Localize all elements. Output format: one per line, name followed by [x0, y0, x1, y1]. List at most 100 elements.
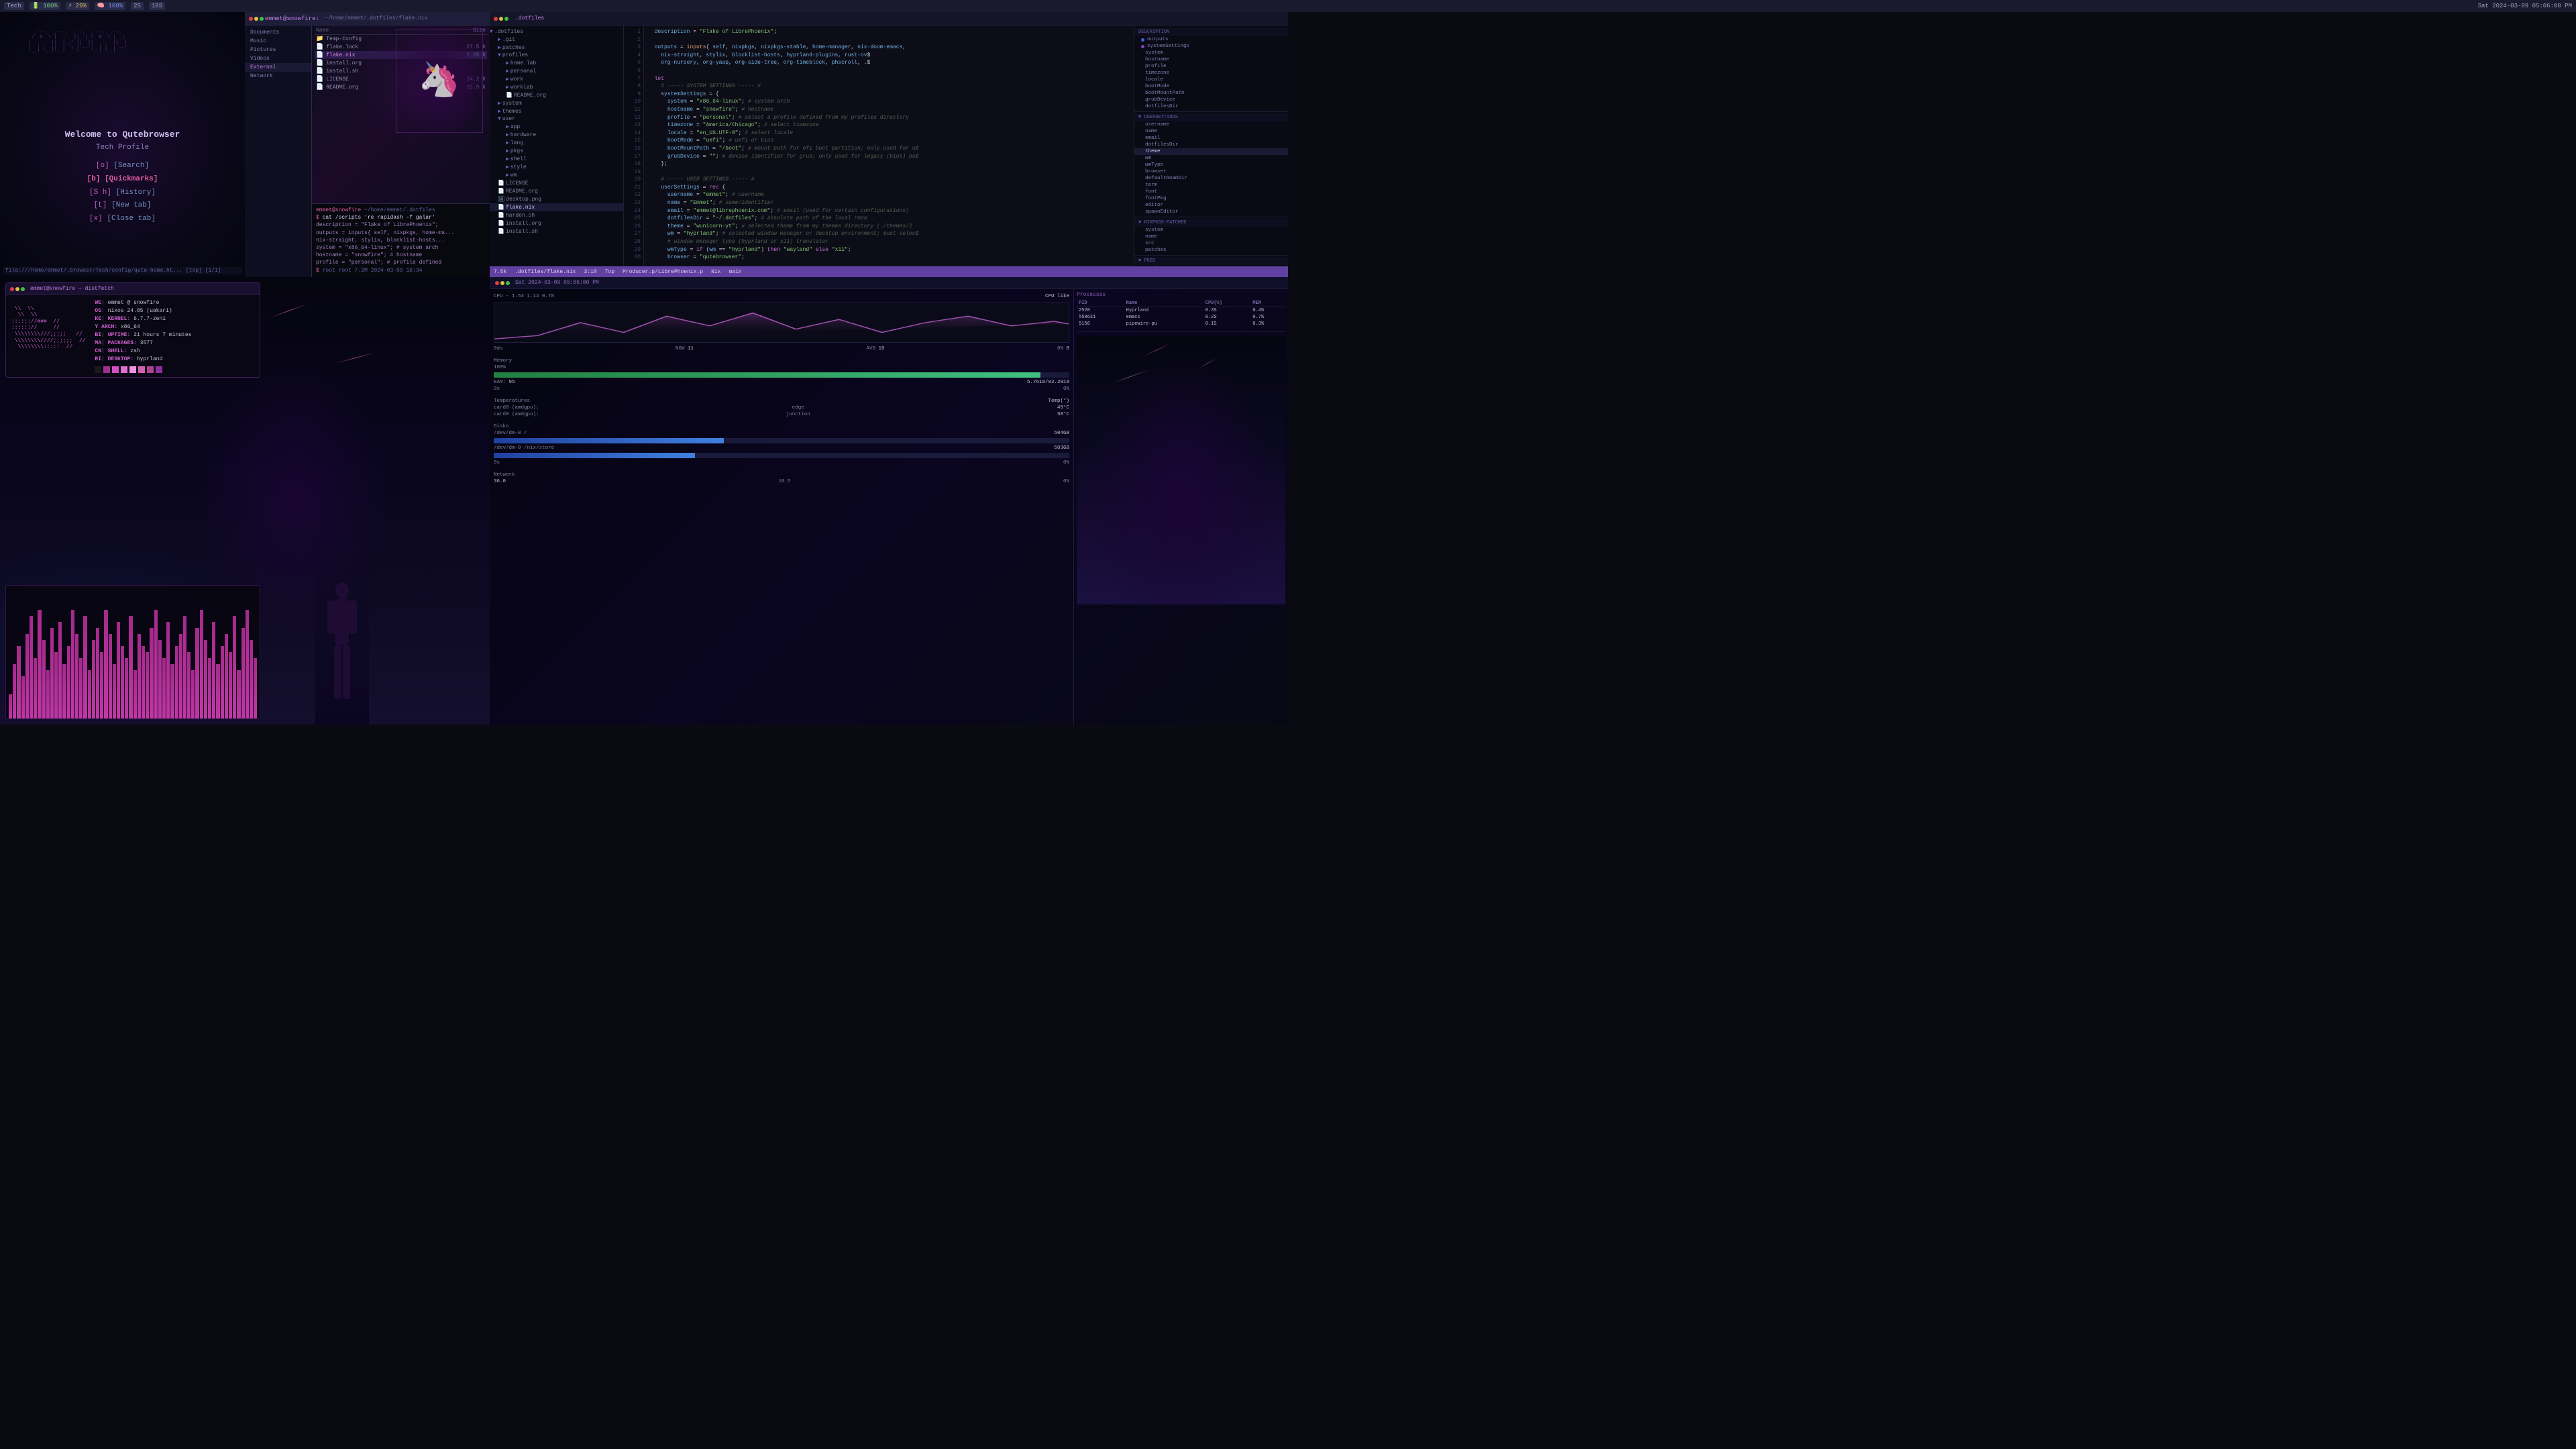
tree-license[interactable]: 📄 LICENSE	[490, 179, 623, 187]
erp-np-system[interactable]: system	[1134, 227, 1288, 233]
erp-locale[interactable]: locale	[1134, 76, 1288, 83]
editor-code[interactable]: description = "Flake of LibrePhoenix"; o…	[644, 25, 1134, 266]
tree-lang[interactable]: ▶ lang	[490, 139, 623, 147]
erp-term[interactable]: term	[1134, 182, 1288, 189]
qb-link-bookmarks[interactable]: [b] [Quickmarks]	[65, 173, 180, 186]
tree-home-lab[interactable]: ▶ home.lab	[490, 59, 623, 67]
editor-line-numbers: 1234567891011121314151617181920212223242…	[624, 25, 644, 266]
win-min[interactable]	[254, 17, 258, 21]
neo-arch-value: x86_64	[121, 324, 140, 330]
tree-install-sh[interactable]: 📄 install.sh	[490, 227, 623, 235]
tree-shell[interactable]: ▶ shell	[490, 155, 623, 163]
erp-bootmode[interactable]: bootMode	[1134, 83, 1288, 90]
tree-harden-sh[interactable]: 📄 harden.sh	[490, 211, 623, 219]
neo-max[interactable]	[21, 287, 25, 291]
neo-ascii: \\ \\ \\ \\ :::::://### // ::::::// // \…	[11, 299, 85, 373]
tree-worklab[interactable]: ▶ worklab	[490, 83, 623, 91]
viz-bar	[237, 670, 240, 718]
neo-shell-value: zsh	[130, 348, 140, 354]
fm-sidebar-music[interactable]: Music	[245, 37, 311, 46]
editor-max[interactable]	[504, 17, 508, 21]
erp-defaultroamdir[interactable]: defaultRoamDir	[1134, 175, 1288, 182]
code-line-24: email = "emmet@librephoenix.com"; # emai…	[648, 207, 1130, 215]
erp-system-settings[interactable]: systemSettings	[1134, 43, 1288, 50]
erp-hostname[interactable]: hostname	[1134, 56, 1288, 63]
fm-sidebar-pictures[interactable]: Pictures	[245, 46, 311, 54]
sysmon-temp-val-1: 49°C	[1057, 405, 1069, 411]
tree-wm[interactable]: ▶ wm	[490, 171, 623, 179]
tree-patches[interactable]: ▶ patches	[490, 44, 623, 52]
tree-flake-nix[interactable]: 📄 flake.nix	[490, 203, 623, 211]
erp-fontpkg[interactable]: fontPkg	[1134, 195, 1288, 202]
tree-readme-profiles[interactable]: 📄 README.org	[490, 91, 623, 99]
sysmon-mem-title-row: Memory	[494, 358, 1069, 364]
tree-desktop-png[interactable]: 🖼 desktop.png	[490, 195, 623, 203]
tree-system[interactable]: ▶ system	[490, 99, 623, 107]
qb-link-search[interactable]: [o] [Search]	[65, 160, 180, 173]
tree-themes[interactable]: ▶ themes	[490, 107, 623, 115]
topbar-right: Sat 2024-03-09 05:06:00 PM	[2478, 3, 2572, 9]
win-close[interactable]	[249, 17, 253, 21]
tree-app[interactable]: ▶ app	[490, 123, 623, 131]
viz-bar	[195, 628, 199, 718]
tree-git[interactable]: ▶ .git	[490, 36, 623, 44]
qb-link-closetab[interactable]: [x] [Close tab]	[65, 213, 180, 226]
viz-bar	[125, 658, 128, 718]
sysmon-temp-row-2: card0 (amdgpu): junction 58°C	[494, 411, 1069, 418]
erp-outputs[interactable]: outputs	[1134, 36, 1288, 43]
erp-profile[interactable]: profile	[1134, 63, 1288, 70]
sysmon-close[interactable]	[495, 281, 499, 285]
erp-bootmountpath[interactable]: bootMountPath	[1134, 90, 1288, 97]
qb-link-newtab[interactable]: [t] [New tab]	[65, 199, 180, 213]
qb-link-history[interactable]: [S h] [History]	[65, 186, 180, 200]
tree-pkgs[interactable]: ▶ pkgs	[490, 147, 623, 155]
erp-grubdevice[interactable]: grubDevice	[1134, 97, 1288, 103]
neo-close[interactable]	[10, 287, 14, 291]
editor-min[interactable]	[499, 17, 503, 21]
tree-style[interactable]: ▶ style	[490, 163, 623, 171]
erp-system[interactable]: system	[1134, 50, 1288, 56]
win-max[interactable]	[260, 17, 264, 21]
sysmon-max[interactable]	[506, 281, 510, 285]
erp-dotfiles-dir[interactable]: dotfilesDir	[1134, 142, 1288, 148]
proc-name-3: pipewire-pu	[1124, 321, 1203, 327]
sysmon-net-vals: 36.0 10.5 0%	[494, 478, 1069, 485]
viz-bar	[154, 610, 158, 718]
code-line-9: systemSettings = {	[648, 91, 1130, 99]
erp-editor[interactable]: editor	[1134, 202, 1288, 209]
sysmon-temp-title-row: Temperatures Temp(°)	[494, 398, 1069, 405]
tree-install-org[interactable]: 📄 install.org	[490, 219, 623, 227]
code-line-12: profile = "personal"; # select a profile…	[648, 114, 1130, 122]
tree-work[interactable]: ▶ work	[490, 75, 623, 83]
erp-font[interactable]: font	[1134, 189, 1288, 195]
tree-personal[interactable]: ▶ personal	[490, 67, 623, 75]
fm-sidebar-documents[interactable]: Documents	[245, 28, 311, 37]
erp-wm[interactable]: wm	[1134, 155, 1288, 162]
fm-sidebar-network[interactable]: Network	[245, 72, 311, 80]
neo-content-row: \\ \\ \\ \\ :::::://### // ::::::// // \…	[11, 299, 254, 373]
erp-np-patches[interactable]: patches	[1134, 247, 1288, 254]
tree-profiles[interactable]: ▼ profiles	[490, 52, 623, 59]
neo-ma-label: MA	[95, 340, 101, 346]
neo-min[interactable]	[15, 287, 19, 291]
erp-email[interactable]: email	[1134, 135, 1288, 142]
erp-username[interactable]: username	[1134, 121, 1288, 128]
fm-sidebar-videos[interactable]: Videos	[245, 54, 311, 63]
erp-theme[interactable]: theme	[1134, 148, 1288, 155]
erp-np-src[interactable]: src	[1134, 240, 1288, 247]
erp-dotfilesdir[interactable]: dotfilesDir	[1134, 103, 1288, 110]
fm-sidebar-external[interactable]: External	[245, 63, 311, 72]
erp-browser[interactable]: browser	[1134, 168, 1288, 175]
tree-user[interactable]: ▼ user	[490, 115, 623, 123]
editor-close[interactable]	[494, 17, 498, 21]
erp-spawneditor[interactable]: spawnEditor	[1134, 209, 1288, 215]
erp-header-usersettings: ▼ userSettings	[1134, 113, 1288, 121]
erp-wmtype[interactable]: wmType	[1134, 162, 1288, 168]
erp-name[interactable]: name	[1134, 128, 1288, 135]
erp-timezone[interactable]: timezone	[1134, 70, 1288, 76]
tree-hardware[interactable]: ▶ hardware	[490, 131, 623, 139]
sysmon-min[interactable]	[500, 281, 504, 285]
tree-dotfiles-root[interactable]: ▼ .dotfiles	[490, 28, 623, 36]
tree-readme-root[interactable]: 📄 README.org	[490, 187, 623, 195]
erp-np-name[interactable]: name	[1134, 233, 1288, 240]
